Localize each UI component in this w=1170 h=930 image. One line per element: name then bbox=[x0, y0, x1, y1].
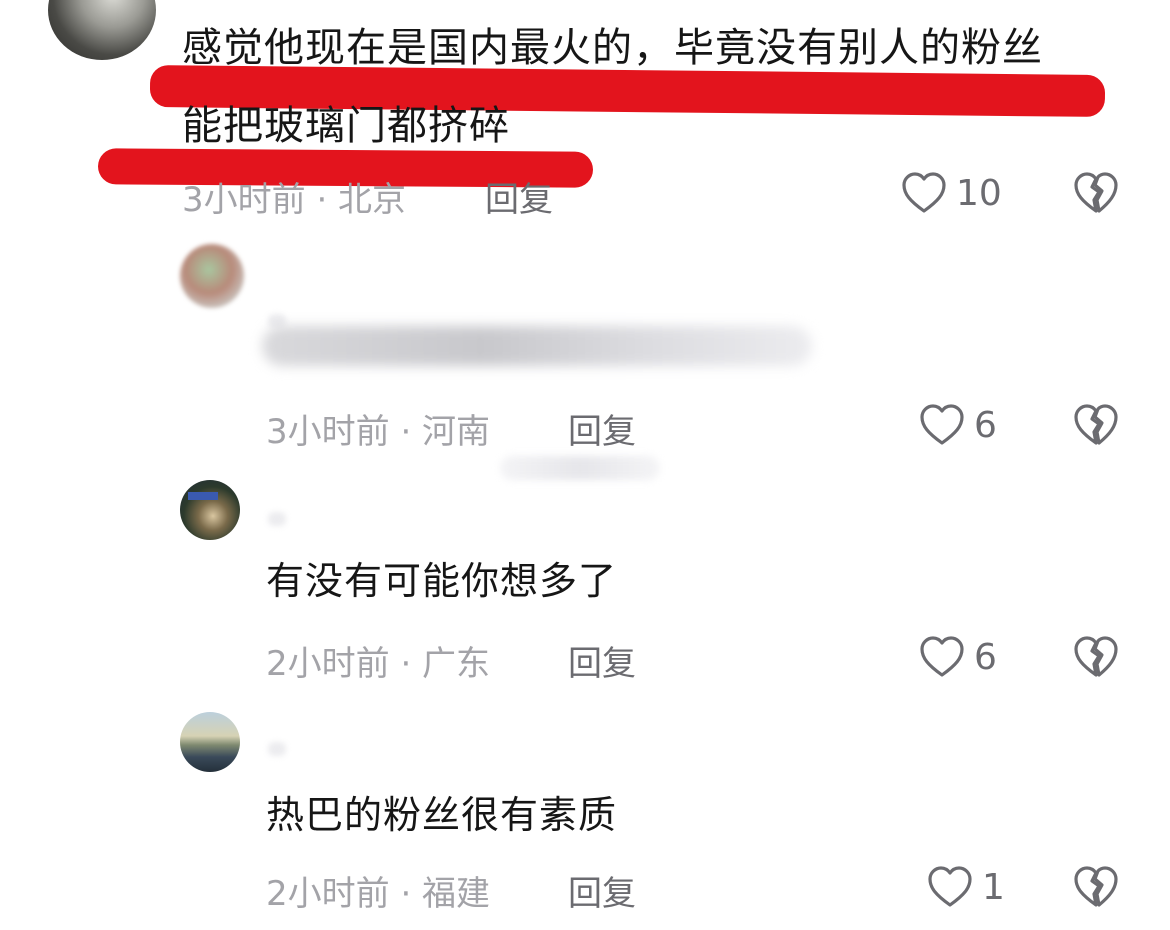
reply-button[interactable]: 回复 bbox=[568, 404, 636, 453]
heart-outline-icon bbox=[920, 636, 964, 677]
comment-time-location: 3小时前 · 北京 bbox=[182, 180, 407, 220]
comment-item: 3小时前 · 河南 回复 6 bbox=[0, 240, 1170, 480]
username-blurred bbox=[268, 742, 286, 756]
comment-item: 感觉他现在是国内最火的，毕竟没有别人的粉丝 能把玻璃门都挤碎 3小时前 · 北京… bbox=[0, 0, 1170, 220]
watermark-blurred bbox=[500, 456, 660, 480]
comment-time-location: 2小时前 · 福建 bbox=[266, 874, 491, 914]
heart-outline-icon bbox=[902, 172, 946, 213]
like-count: 1 bbox=[982, 866, 1005, 908]
like-count: 10 bbox=[956, 172, 1002, 214]
broken-heart-icon[interactable] bbox=[1072, 170, 1120, 216]
like-button[interactable]: 6 bbox=[918, 634, 997, 680]
like-button[interactable]: 10 bbox=[900, 170, 1002, 216]
avatar[interactable] bbox=[48, 0, 156, 60]
reply-button[interactable]: 回复 bbox=[485, 172, 553, 221]
avatar[interactable] bbox=[180, 480, 240, 540]
broken-heart-icon[interactable] bbox=[1072, 864, 1120, 910]
comment-text: 有没有可能你想多了 bbox=[266, 559, 618, 603]
comment-time-location: 2小时前 · 广东 bbox=[266, 644, 491, 684]
heart-outline-icon bbox=[928, 866, 972, 907]
heart-outline-icon bbox=[920, 404, 964, 445]
reply-button[interactable]: 回复 bbox=[568, 636, 636, 685]
reply-button[interactable]: 回复 bbox=[568, 866, 636, 915]
avatar[interactable] bbox=[180, 712, 240, 772]
comment-text: 热巴的粉丝很有素质 bbox=[266, 793, 618, 837]
comment-item: 有没有可能你想多了 2小时前 · 广东 回复 6 bbox=[0, 478, 1170, 698]
like-button[interactable]: 6 bbox=[918, 402, 997, 448]
comment-text: 感觉他现在是国内最火的，毕竟没有别人的粉丝 bbox=[182, 25, 1043, 71]
broken-heart-icon[interactable] bbox=[1072, 402, 1120, 448]
comment-text: 能把玻璃门都挤碎 bbox=[182, 103, 510, 149]
username-blurred bbox=[268, 512, 286, 526]
comment-time-location: 3小时前 · 河南 bbox=[266, 412, 491, 452]
like-button[interactable]: 1 bbox=[926, 864, 1005, 910]
like-count: 6 bbox=[974, 404, 997, 446]
broken-heart-icon[interactable] bbox=[1072, 634, 1120, 680]
avatar[interactable] bbox=[180, 244, 244, 308]
comment-item: 热巴的粉丝很有素质 2小时前 · 福建 回复 1 bbox=[0, 708, 1170, 930]
comment-text-blurred bbox=[262, 326, 812, 366]
like-count: 6 bbox=[974, 636, 997, 678]
